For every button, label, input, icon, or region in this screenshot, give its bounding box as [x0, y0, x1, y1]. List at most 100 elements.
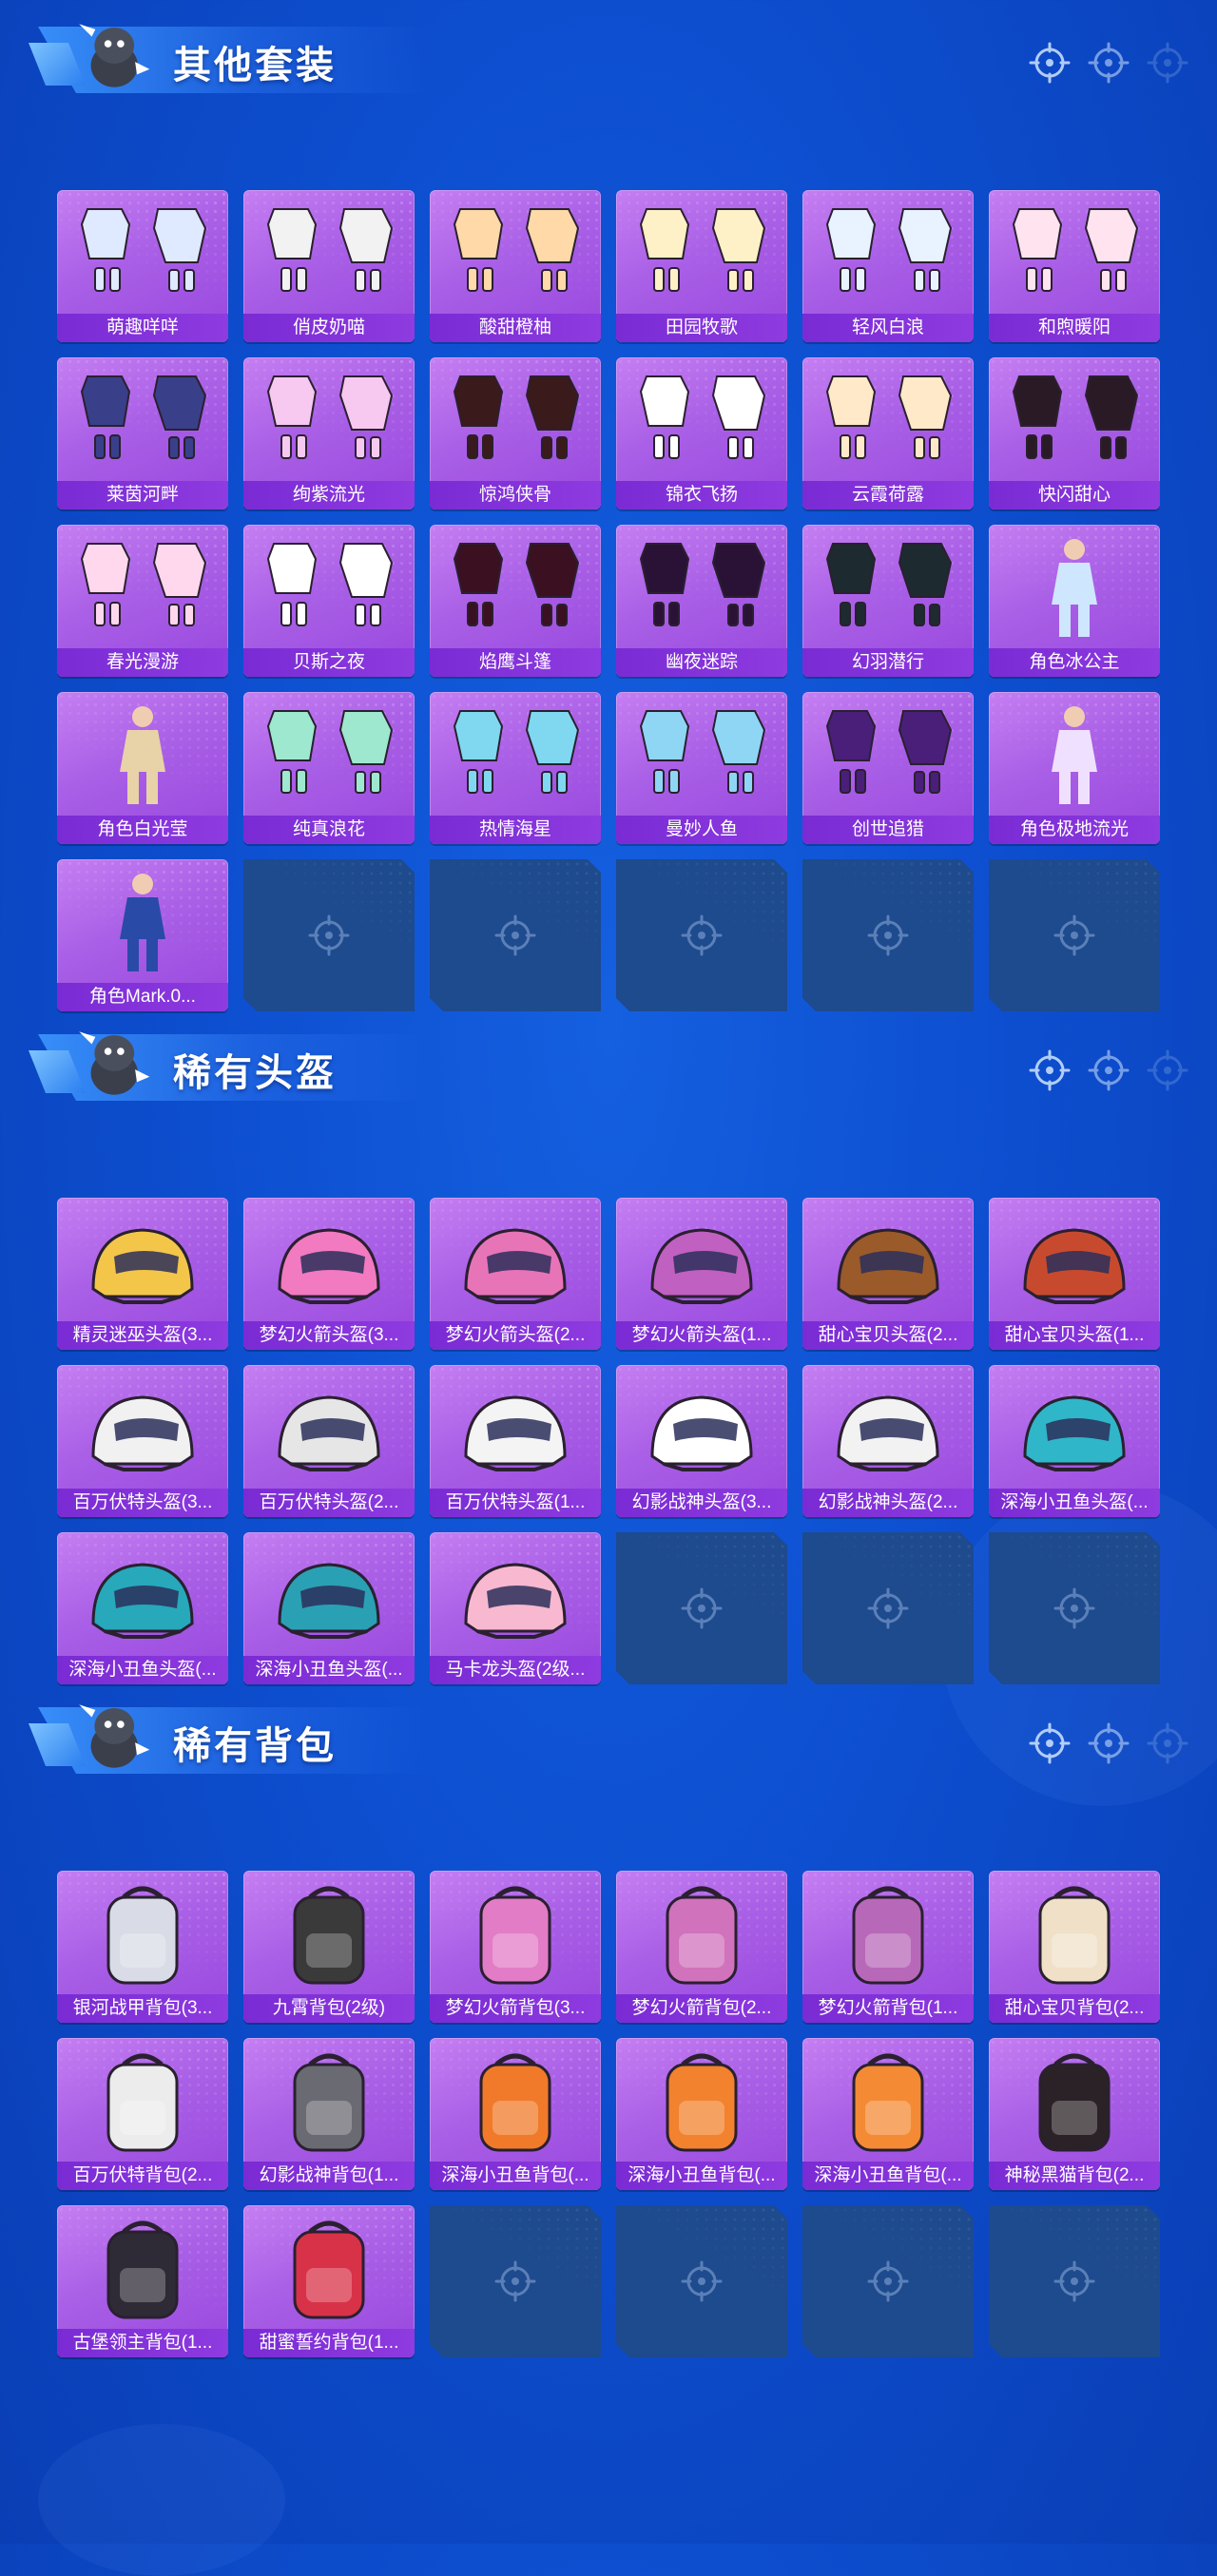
item-card[interactable]: 甜心宝贝头盔(2...	[802, 1198, 974, 1350]
character-icon	[1052, 539, 1097, 637]
item-card[interactable]: 酸甜橙柚	[430, 190, 601, 342]
item-card[interactable]: 角色极地流光	[989, 692, 1160, 844]
item-card[interactable]: 锦衣飞扬	[616, 357, 787, 509]
outfit-icon	[453, 375, 580, 459]
item-card[interactable]: 百万伏特背包(2...	[57, 2038, 228, 2190]
reticle-icon	[308, 914, 350, 956]
item-card[interactable]: 深海小丑鱼背包(...	[616, 2038, 787, 2190]
empty-slot	[802, 1532, 974, 1684]
item-card[interactable]: 角色白光莹	[57, 692, 228, 844]
item-label: 田园牧歌	[616, 314, 787, 342]
backpack-icon	[479, 1886, 551, 1985]
outfit-icon	[266, 375, 394, 459]
item-card[interactable]: 幽夜迷踪	[616, 525, 787, 677]
section-header: 稀有头盔	[0, 1008, 1217, 1112]
reticle-icon	[681, 914, 723, 956]
item-card[interactable]: 贝斯之夜	[243, 525, 415, 677]
item-card[interactable]: 春光漫游	[57, 525, 228, 677]
backpack-icon	[479, 2053, 551, 2152]
item-label: 快闪甜心	[989, 481, 1160, 509]
item-card[interactable]: 创世追猎	[802, 692, 974, 844]
item-card[interactable]: 百万伏特头盔(2...	[243, 1365, 415, 1517]
item-card[interactable]: 绚紫流光	[243, 357, 415, 509]
empty-slot	[616, 1532, 787, 1684]
backpack-icon	[293, 1886, 365, 1985]
item-label: 梦幻火箭背包(2...	[616, 1994, 787, 2023]
empty-slot	[430, 2205, 601, 2357]
item-card[interactable]: 幻影战神头盔(2...	[802, 1365, 974, 1517]
item-card[interactable]: 百万伏特头盔(3...	[57, 1365, 228, 1517]
reticle-decoration	[1029, 42, 1188, 84]
item-card[interactable]: 莱茵河畔	[57, 357, 228, 509]
outfit-icon	[80, 543, 207, 626]
item-card[interactable]: 梦幻火箭背包(1...	[802, 1871, 974, 2023]
item-card[interactable]: 梦幻火箭头盔(2...	[430, 1198, 601, 1350]
item-card[interactable]: 热情海星	[430, 692, 601, 844]
item-card[interactable]: 精灵迷巫头盔(3...	[57, 1198, 228, 1350]
item-label: 神秘黑猫背包(2...	[989, 2162, 1160, 2190]
outfit-icon	[825, 543, 953, 626]
helmet-icon	[837, 1395, 939, 1471]
item-card[interactable]: 云霞荷露	[802, 357, 974, 509]
reticle-icon	[1088, 42, 1130, 84]
item-card[interactable]: 甜心宝贝背包(2...	[989, 1871, 1160, 2023]
item-label: 曼妙人鱼	[616, 816, 787, 844]
item-card[interactable]: 轻风白浪	[802, 190, 974, 342]
item-card[interactable]: 快闪甜心	[989, 357, 1160, 509]
item-card[interactable]: 深海小丑鱼背包(...	[802, 2038, 974, 2190]
empty-slot	[802, 2205, 974, 2357]
item-grid: 精灵迷巫头盔(3... 梦幻火箭头盔(3... 梦幻火箭头盔(2... 梦幻火箭头盔(…	[57, 1198, 1160, 1684]
item-card[interactable]: 焰鹰斗篷	[430, 525, 601, 677]
item-card[interactable]: 萌趣咩咩	[57, 190, 228, 342]
item-card[interactable]: 甜蜜誓约背包(1...	[243, 2205, 415, 2357]
item-card[interactable]: 梦幻火箭头盔(1...	[616, 1198, 787, 1350]
item-label: 幻影战神头盔(2...	[802, 1489, 974, 1517]
item-label: 梦幻火箭背包(1...	[802, 1994, 974, 2023]
helmet-icon	[837, 1228, 939, 1304]
item-card[interactable]: 古堡领主背包(1...	[57, 2205, 228, 2357]
item-card[interactable]: 幻羽潜行	[802, 525, 974, 677]
item-card[interactable]: 幻影战神背包(1...	[243, 2038, 415, 2190]
item-card[interactable]: 马卡龙头盔(2级...	[430, 1532, 601, 1684]
item-card[interactable]: 深海小丑鱼头盔(...	[57, 1532, 228, 1684]
item-card[interactable]: 深海小丑鱼头盔(...	[989, 1365, 1160, 1517]
item-card[interactable]: 深海小丑鱼背包(...	[430, 2038, 601, 2190]
item-card[interactable]: 田园牧歌	[616, 190, 787, 342]
item-card[interactable]: 幻影战神头盔(3...	[616, 1365, 787, 1517]
empty-slot	[802, 859, 974, 1011]
reticle-icon	[1147, 1722, 1188, 1764]
item-label: 幻影战神背包(1...	[243, 2162, 415, 2190]
item-card[interactable]: 曼妙人鱼	[616, 692, 787, 844]
reticle-icon	[1053, 2260, 1095, 2302]
item-card[interactable]: 纯真浪花	[243, 692, 415, 844]
item-label: 深海小丑鱼背包(...	[430, 2162, 601, 2190]
item-card[interactable]: 俏皮奶喵	[243, 190, 415, 342]
reticle-icon	[1147, 1049, 1188, 1091]
item-card[interactable]: 角色冰公主	[989, 525, 1160, 677]
backpack-icon	[852, 2053, 924, 2152]
helmet-icon	[1023, 1228, 1126, 1304]
backpack-icon	[293, 2053, 365, 2152]
item-card[interactable]: 甜心宝贝头盔(1...	[989, 1198, 1160, 1350]
character-icon	[120, 706, 165, 804]
item-card[interactable]: 梦幻火箭头盔(3...	[243, 1198, 415, 1350]
backpack-icon	[666, 1886, 738, 1985]
item-label: 幻影战神头盔(3...	[616, 1489, 787, 1517]
item-card[interactable]: 梦幻火箭背包(3...	[430, 1871, 601, 2023]
item-card[interactable]: 和煦暖阳	[989, 190, 1160, 342]
section-header: 其他套装	[0, 0, 1217, 105]
item-card[interactable]: 九霄背包(2级)	[243, 1871, 415, 2023]
item-label: 甜蜜誓约背包(1...	[243, 2329, 415, 2357]
outfit-icon	[453, 710, 580, 794]
backpack-icon	[106, 2053, 179, 2152]
item-card[interactable]: 银河战甲背包(3...	[57, 1871, 228, 2023]
item-card[interactable]: 百万伏特头盔(1...	[430, 1365, 601, 1517]
reticle-icon	[1053, 1587, 1095, 1629]
item-label: 贝斯之夜	[243, 648, 415, 677]
item-card[interactable]: 深海小丑鱼头盔(...	[243, 1532, 415, 1684]
item-card[interactable]: 神秘黑猫背包(2...	[989, 2038, 1160, 2190]
outfit-icon	[1012, 375, 1139, 459]
item-card[interactable]: 惊鸿侠骨	[430, 357, 601, 509]
item-card[interactable]: 梦幻火箭背包(2...	[616, 1871, 787, 2023]
item-card[interactable]: 角色Mark.0...	[57, 859, 228, 1011]
